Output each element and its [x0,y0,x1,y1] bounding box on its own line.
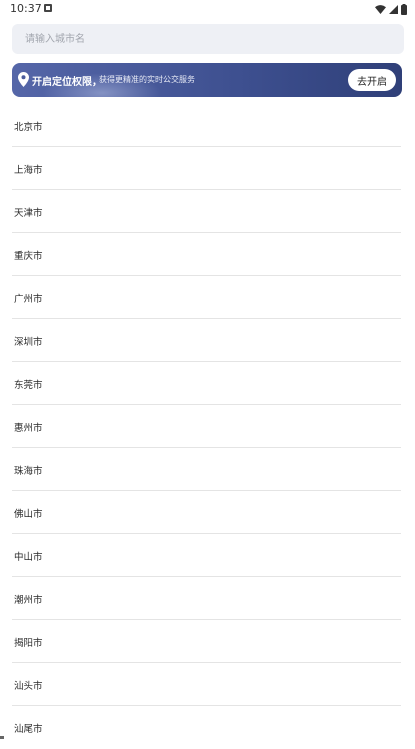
search-box[interactable] [12,24,404,54]
city-list-item[interactable]: 上海市 [0,147,415,190]
location-permission-banner: 开启定位权限， 获得更精准的实时公交服务 去开启 [12,63,402,97]
signal-icon [389,4,398,14]
banner-title: 开启定位权限， [32,77,102,88]
city-name: 北京市 [14,122,43,133]
city-list-item[interactable]: 珠海市 [0,448,415,491]
city-list-item[interactable]: 揭阳市 [0,620,415,663]
city-list-item[interactable]: 惠州市 [0,405,415,448]
city-list-item[interactable]: 天津市 [0,190,415,233]
banner-description: 获得更精准的实时公交服务 [99,75,195,84]
wifi-icon [375,4,386,14]
city-name: 重庆市 [14,251,43,262]
city-list-item[interactable]: 佛山市 [0,491,415,534]
notification-icon [44,4,52,12]
city-name: 深圳市 [14,337,43,348]
city-name: 揭阳市 [14,638,43,649]
city-name: 潮州市 [14,595,43,606]
city-list-item[interactable]: 重庆市 [0,233,415,276]
status-icons [375,3,407,15]
city-name: 广州市 [14,294,43,305]
city-name: 上海市 [14,165,43,176]
city-name: 汕尾市 [14,724,43,735]
city-name: 惠州市 [14,423,43,434]
battery-icon [401,3,407,15]
location-pin-icon [18,72,29,87]
city-name: 珠海市 [14,466,43,477]
city-list-item[interactable]: 潮州市 [0,577,415,620]
city-name: 天津市 [14,208,43,219]
city-list-item[interactable]: 汕尾市 [0,706,415,749]
city-list-item[interactable]: 广州市 [0,276,415,319]
city-list-item[interactable]: 东莞市 [0,362,415,405]
city-list-item[interactable]: 汕头市 [0,663,415,706]
city-name: 中山市 [14,552,43,563]
city-name: 东莞市 [14,380,43,391]
search-input[interactable] [23,32,404,46]
city-list-item[interactable]: 北京市 [0,104,415,147]
city-list: 北京市 上海市 天津市 重庆市 广州市 深圳市 东莞市 惠州市 珠海市 佛山市 … [0,104,415,749]
status-time: 10:37 [10,2,42,15]
city-name: 汕头市 [14,681,43,692]
city-list-item[interactable]: 中山市 [0,534,415,577]
city-list-item[interactable]: 深圳市 [0,319,415,362]
enable-location-button[interactable]: 去开启 [348,69,396,91]
status-bar: 10:37 [0,0,415,20]
city-name: 佛山市 [14,509,43,520]
